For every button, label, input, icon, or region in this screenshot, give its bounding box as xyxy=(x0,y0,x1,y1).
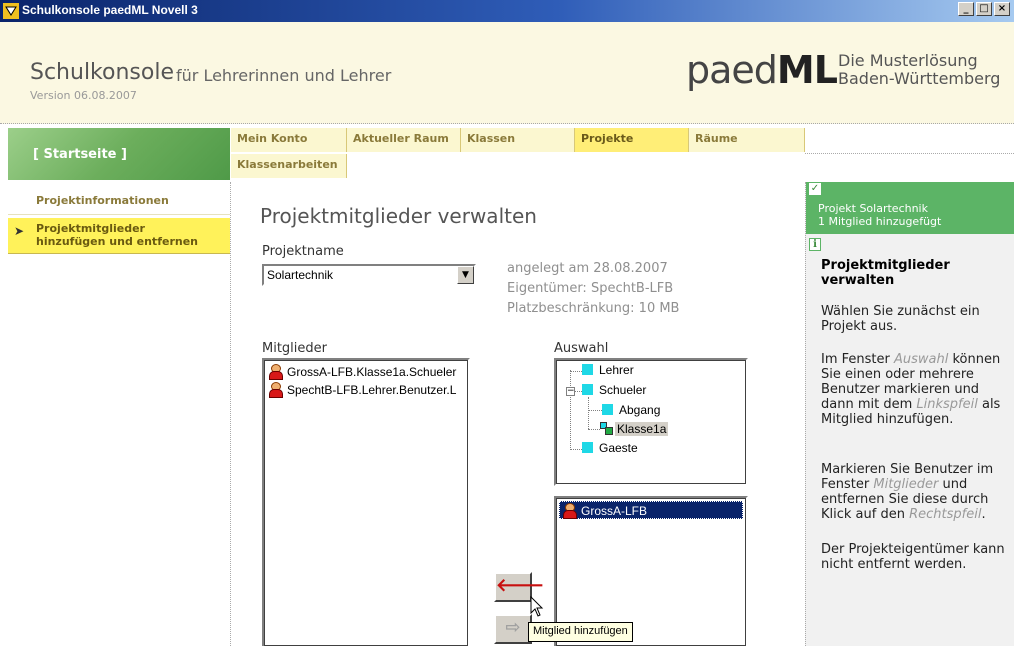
list-item[interactable]: GrossA-LFB.Klasse1a.Schueler xyxy=(268,364,456,382)
success-notice: ✓ Projekt Solartechnik 1 Mitglied hinzug… xyxy=(806,182,1014,234)
selection-tree[interactable]: Lehrer − Schueler Abgang Klasse1a Gaeste xyxy=(554,358,748,486)
tab-mein-konto[interactable]: Mein Konto xyxy=(231,128,347,152)
mouse-cursor-icon xyxy=(530,596,544,617)
app-version: Version 06.08.2007 xyxy=(30,89,137,102)
help-paragraph-4: Der Projekteigentümer kann nicht entfern… xyxy=(821,542,1005,572)
user-icon xyxy=(268,382,283,398)
help-paragraph-2: Im Fenster Auswahl können Sie einen oder… xyxy=(821,352,1001,427)
maximize-button[interactable]: □ xyxy=(976,2,992,16)
project-created: angelegt am 28.08.2007 xyxy=(507,261,668,276)
group-icon xyxy=(582,364,593,375)
help-paragraph-3: Markieren Sie Benutzer im Fenster Mitgli… xyxy=(821,462,994,522)
project-owner: Eigentümer: SpechtB-LFB xyxy=(507,281,674,296)
sidebar-item-projektmitglieder[interactable]: ➤ Projektmitglieder hinzufügen und entfe… xyxy=(8,218,230,254)
info-icon: i xyxy=(809,238,821,251)
user-icon xyxy=(562,503,577,519)
selection-label: Auswahl xyxy=(554,341,609,356)
app-subtitle: für Lehrerinnen und Lehrer xyxy=(176,66,392,85)
add-member-button[interactable]: 🡐 xyxy=(494,572,544,602)
paedml-logo: paedML xyxy=(686,48,838,92)
notice-line-2: 1 Mitglied hinzugefügt xyxy=(818,215,942,228)
list-item-selected[interactable]: GrossA-LFB xyxy=(559,501,743,519)
main-nav: Mein Konto Aktueller Raum Klassen Projek… xyxy=(231,128,805,180)
page-title: Projektmitglieder verwalten xyxy=(260,204,537,228)
user-icon xyxy=(268,364,283,380)
dropdown-arrow-icon[interactable]: ▼ xyxy=(457,266,474,284)
project-select[interactable]: Solartechnik ▼ xyxy=(262,264,476,286)
group-icon xyxy=(582,442,593,453)
help-title: Projektmitglieder verwalten xyxy=(821,258,950,288)
group-icon xyxy=(602,404,613,415)
project-select-value: Solartechnik xyxy=(267,268,334,282)
collapse-icon[interactable]: − xyxy=(566,387,575,396)
tab-klassenarbeiten[interactable]: Klassenarbeiten xyxy=(231,154,347,178)
start-page-link[interactable]: [ Startseite ] xyxy=(8,128,230,180)
tree-node-abgang[interactable]: Abgang xyxy=(602,403,660,421)
tab-aktueller-raum[interactable]: Aktueller Raum xyxy=(347,128,461,152)
project-name-label: Projektname xyxy=(262,244,344,259)
nav-divider xyxy=(805,153,1014,154)
tree-node-lehrer[interactable]: Lehrer xyxy=(582,363,634,381)
slogan: Die Musterlösung Baden-Württemberg xyxy=(838,51,1001,88)
window-title: Schulkonsole paedML Novell 3 xyxy=(22,3,198,17)
tree-node-klasse1a[interactable]: Klasse1a xyxy=(600,422,669,440)
tab-klassen[interactable]: Klassen xyxy=(461,128,575,152)
members-listbox[interactable]: GrossA-LFB.Klasse1a.Schueler SpechtB-LFB… xyxy=(262,358,470,646)
tooltip: Mitglied hinzufügen xyxy=(528,622,633,642)
checkmark-icon: ✓ xyxy=(809,183,821,195)
class-group-icon xyxy=(600,422,613,435)
app-title: Schulkonsole xyxy=(30,60,174,85)
notice-line-1: Projekt Solartechnik xyxy=(818,202,928,215)
list-item[interactable]: SpechtB-LFB.Lehrer.Benutzer.L xyxy=(268,382,456,400)
sidebar-item-projektinformationen[interactable]: Projektinformationen xyxy=(36,194,169,207)
current-page-arrow-icon: ➤ xyxy=(14,224,25,238)
tab-raeume[interactable]: Räume xyxy=(689,128,805,152)
app-header: Schulkonsole für Lehrerinnen und Lehrer … xyxy=(0,22,1014,124)
close-button[interactable]: × xyxy=(994,2,1010,16)
tab-projekte[interactable]: Projekte xyxy=(575,128,689,152)
sidebar: Projektinformationen ➤ Projektmitglieder… xyxy=(0,182,231,646)
app-icon xyxy=(3,3,19,19)
group-icon xyxy=(582,384,593,395)
help-paragraph-1: Wählen Sie zunächst ein Projekt aus. xyxy=(821,304,980,334)
project-quota: Platzbeschränkung: 10 MB xyxy=(507,301,680,316)
minimize-button[interactable]: _ xyxy=(958,2,974,16)
tree-node-gaeste[interactable]: Gaeste xyxy=(582,441,638,459)
sidebar-item-label: Projektmitglieder hinzufügen und entfern… xyxy=(36,222,198,248)
help-panel: ✓ Projekt Solartechnik 1 Mitglied hinzug… xyxy=(805,182,1014,646)
start-page-label: [ Startseite ] xyxy=(33,147,127,162)
sidebar-divider xyxy=(8,214,230,215)
remove-member-button[interactable]: ⇨ xyxy=(494,614,532,644)
window-titlebar: Schulkonsole paedML Novell 3 _ □ × xyxy=(0,0,1014,22)
members-label: Mitglieder xyxy=(262,341,327,356)
tree-node-schueler[interactable]: Schueler xyxy=(582,383,646,401)
